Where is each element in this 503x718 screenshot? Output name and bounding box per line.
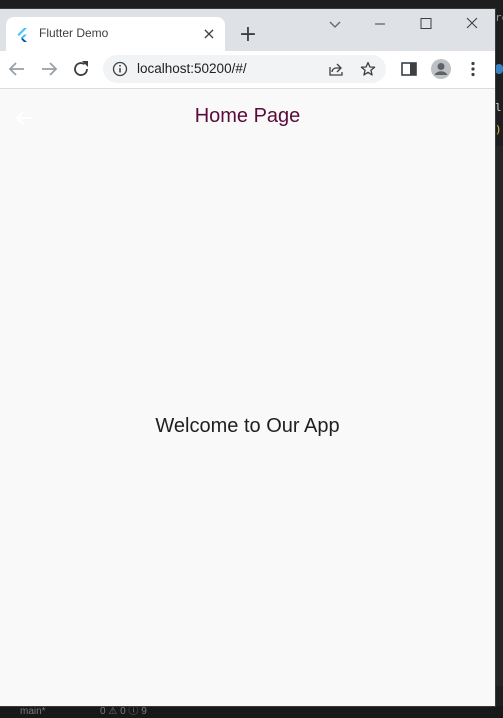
editor-fragment bbox=[495, 64, 503, 77]
tab-close-icon[interactable]: × bbox=[199, 24, 219, 44]
forward-icon[interactable] bbox=[37, 57, 61, 81]
back-icon[interactable] bbox=[5, 57, 29, 81]
browser-toolbar: localhost:50200/#/ bbox=[0, 51, 495, 89]
editor-fragment: re bbox=[495, 11, 503, 24]
star-icon[interactable] bbox=[360, 61, 376, 81]
page-title: Home Page bbox=[194, 105, 301, 127]
address-bar[interactable]: localhost:50200/#/ bbox=[103, 55, 386, 83]
background-status-bar: main* 0 ⚠ 0 ⓘ 9 bbox=[0, 706, 503, 718]
background-editor: re l ) bbox=[495, 0, 503, 718]
tab-search-icon[interactable] bbox=[320, 14, 350, 34]
new-tab-button[interactable]: + bbox=[235, 23, 261, 49]
status-branch: main* bbox=[20, 706, 46, 717]
status-problems: 0 ⚠ 0 ⓘ 9 bbox=[100, 706, 147, 717]
share-icon[interactable] bbox=[328, 61, 344, 81]
site-info-icon[interactable] bbox=[112, 61, 128, 81]
tab-title: Flutter Demo bbox=[39, 26, 109, 40]
minimize-icon[interactable] bbox=[365, 14, 395, 34]
close-icon[interactable] bbox=[457, 14, 487, 34]
browser-window: Flutter Demo × + localhost:50200/#/ Home… bbox=[0, 9, 495, 706]
app-page: Home Page Welcome to Our App bbox=[0, 89, 495, 706]
tab-flutter-demo[interactable]: Flutter Demo × bbox=[6, 17, 225, 51]
editor-fragment: l bbox=[495, 101, 502, 114]
editor-fragment: ) bbox=[495, 123, 502, 136]
welcome-text: Welcome to Our App bbox=[155, 415, 340, 437]
url-text[interactable]: localhost:50200/#/ bbox=[137, 61, 247, 76]
profile-icon[interactable] bbox=[429, 57, 453, 81]
menu-icon[interactable] bbox=[461, 57, 485, 81]
flutter-icon bbox=[16, 27, 30, 42]
app-bar: Home Page bbox=[0, 89, 495, 145]
title-bar: Flutter Demo × + bbox=[0, 9, 495, 51]
side-panel-icon[interactable] bbox=[397, 57, 421, 81]
reload-icon[interactable] bbox=[69, 57, 93, 81]
editor-fragment bbox=[495, 146, 503, 686]
maximize-icon[interactable] bbox=[411, 14, 441, 34]
